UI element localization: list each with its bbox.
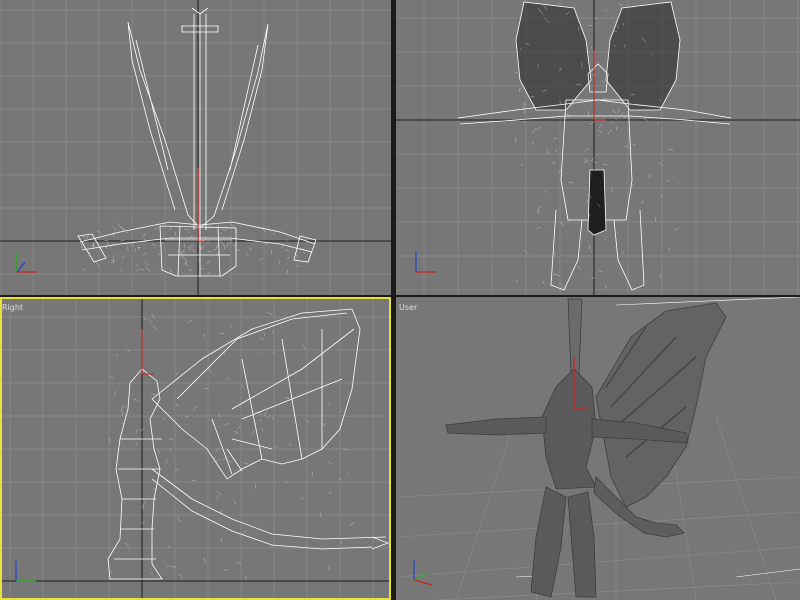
axis-tripod <box>16 252 37 273</box>
front-scene <box>396 0 800 295</box>
wireframe-model-right <box>107 308 389 580</box>
viewport-label: Right <box>2 303 24 312</box>
top-scene <box>0 0 391 295</box>
shaded-model <box>445 298 727 598</box>
grid <box>396 0 800 295</box>
perspective-scene <box>396 297 800 600</box>
right-scene <box>2 299 389 598</box>
viewport-top[interactable] <box>0 0 391 295</box>
transform-gizmo <box>593 50 606 121</box>
viewport-label: User <box>399 303 418 312</box>
wire-hatch-top <box>81 222 311 275</box>
viewport-front[interactable] <box>396 0 800 295</box>
axis-tripod <box>413 560 433 586</box>
wire-hatch-right <box>109 311 355 580</box>
axis-tripod <box>15 561 36 582</box>
grid <box>0 0 391 295</box>
grid <box>2 299 389 598</box>
axis-tripod <box>415 252 436 273</box>
viewport-right[interactable]: Right <box>0 297 391 600</box>
transform-gizmo <box>197 168 205 242</box>
transform-gizmo <box>141 329 154 375</box>
viewport-perspective[interactable]: User <box>396 297 800 600</box>
